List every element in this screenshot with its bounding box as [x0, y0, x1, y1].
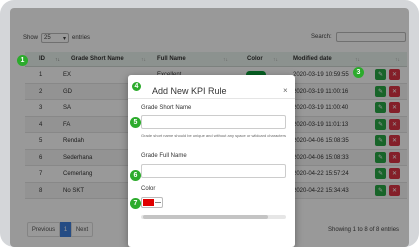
step-marker-6: 6 — [130, 170, 141, 181]
short-name-label: Grade Short Name — [141, 105, 192, 111]
step-marker-1: 1 — [17, 55, 28, 66]
color-picker[interactable] — [141, 197, 163, 208]
step-marker-3: 3 — [353, 67, 364, 78]
color-label: Color — [141, 186, 156, 192]
short-name-help: Grade short name should be unique and wi… — [141, 133, 286, 138]
full-name-label: Grade Full Name — [141, 153, 187, 159]
modal-close-button[interactable]: × — [283, 86, 288, 95]
color-swatch — [143, 199, 154, 206]
modal-divider — [128, 98, 295, 99]
scrollbar-thumb[interactable] — [143, 215, 268, 219]
chevron-down-icon — [155, 202, 161, 203]
modal-title: Add New KPI Rule — [152, 86, 227, 96]
step-marker-4: 4 — [131, 81, 142, 92]
add-kpi-rule-modal: Add New KPI Rule × Grade Short Name Grad… — [128, 75, 295, 247]
full-name-input[interactable] — [141, 164, 286, 178]
step-marker-7: 7 — [130, 198, 141, 209]
step-marker-5: 5 — [130, 117, 141, 128]
modal-scrollbar[interactable] — [141, 215, 286, 219]
short-name-input[interactable] — [141, 115, 286, 129]
